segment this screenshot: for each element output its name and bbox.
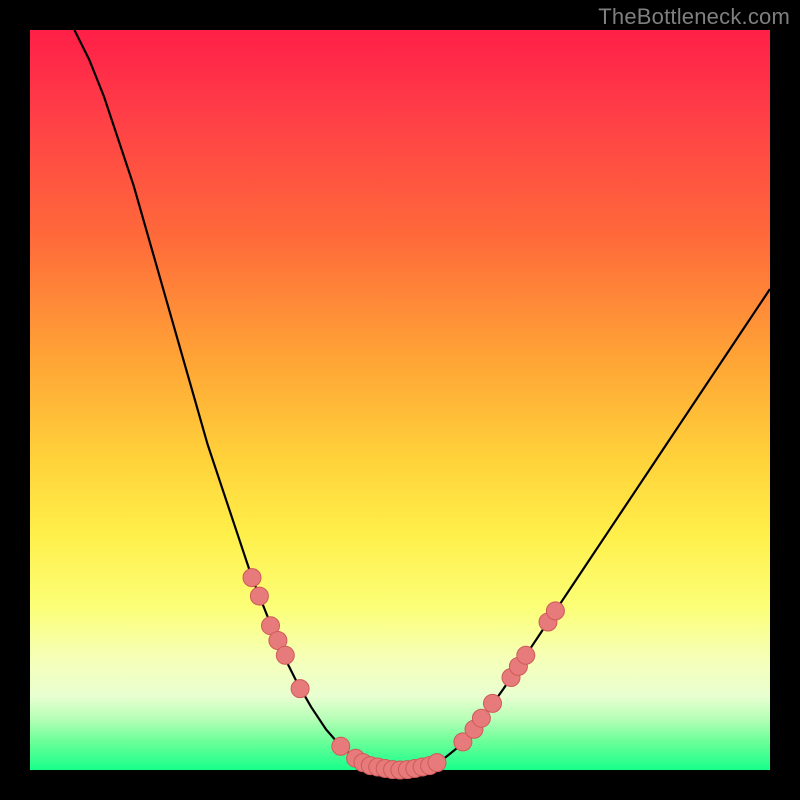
data-dot — [546, 602, 564, 620]
data-dots — [243, 569, 564, 779]
data-dot — [517, 646, 535, 664]
chart-svg — [30, 30, 770, 770]
chart-frame: TheBottleneck.com — [0, 0, 800, 800]
plot-area — [30, 30, 770, 770]
data-dot — [332, 737, 350, 755]
data-dot — [250, 587, 268, 605]
data-dot — [291, 680, 309, 698]
data-dot — [472, 709, 490, 727]
watermark-text: TheBottleneck.com — [598, 4, 790, 30]
data-dot — [276, 646, 294, 664]
bottleneck-curve — [74, 30, 770, 770]
data-dot — [484, 694, 502, 712]
data-dot — [243, 569, 261, 587]
data-dot — [428, 754, 446, 772]
